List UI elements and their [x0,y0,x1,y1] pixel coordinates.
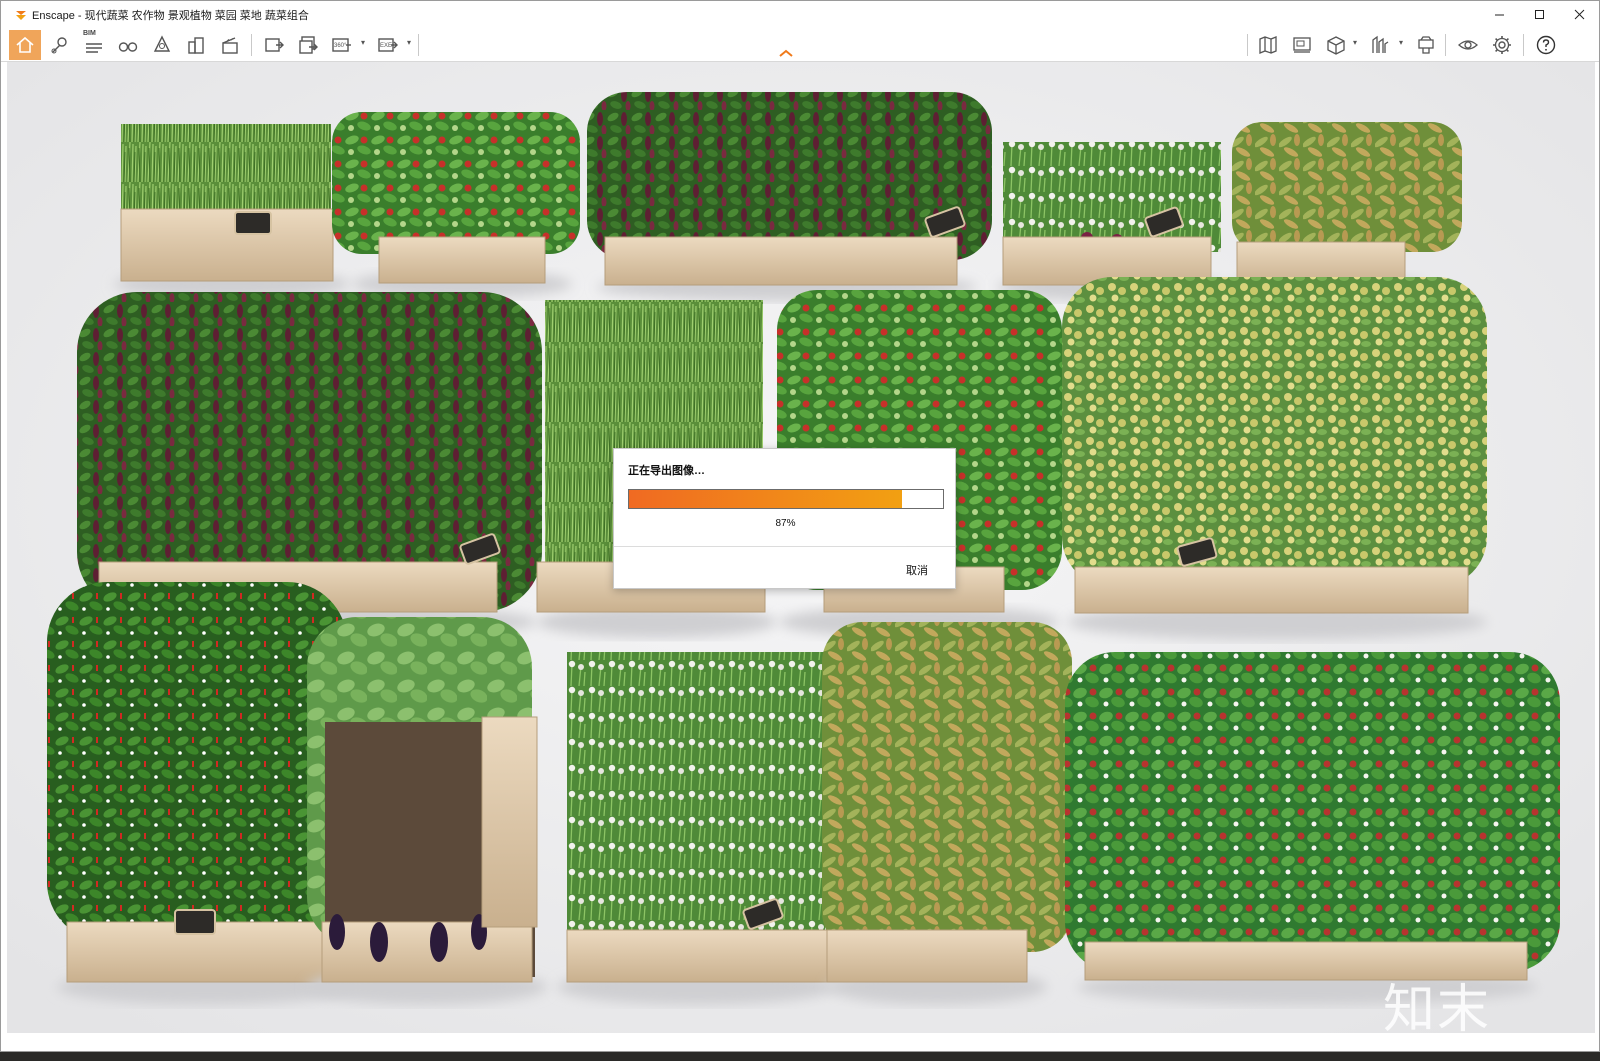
building-icon [188,37,204,54]
exe-export-icon: EXE [378,38,398,52]
drawing-icon [1372,35,1389,53]
planter-leek-large [557,652,837,1005]
progress-fill [629,490,903,508]
map-button[interactable] [1253,30,1283,60]
image-export-icon [265,38,284,52]
binoculars-icon [118,42,138,52]
help-button[interactable] [1531,30,1561,60]
screenshot-button[interactable] [259,30,289,60]
collapse-toolbar-chevron-icon[interactable] [778,48,794,58]
settings-button[interactable] [1487,30,1517,60]
bim-button[interactable]: BIM [79,30,109,60]
panorama-dropdown[interactable]: ▾ [361,38,365,47]
progress-percent-label: 87% [775,518,796,529]
planter-eggplant [307,617,547,1005]
lightbulb-icon [153,35,171,52]
toolbar-separator [1247,34,1248,56]
presentation-button[interactable] [1287,30,1317,60]
title-bar[interactable]: Enscape - 现代蔬菜 农作物 景观植物 菜园 菜地 蔬菜组合 [1,1,1599,28]
capture-icon [1418,36,1434,54]
dialog-divider [614,546,955,547]
help-icon [1536,35,1556,55]
gear-icon [1493,36,1511,54]
planter-rapeseed [1062,277,1487,640]
exe-export-dropdown[interactable]: ▾ [407,38,411,47]
export-progress-dialog: 正在导出图像… 87% 取消 [613,448,956,589]
cube-icon [1327,36,1345,55]
sync-button[interactable] [1411,30,1441,60]
toolbar-separator [1445,34,1446,56]
panorama-button[interactable]: 360° [327,30,357,60]
dialog-title: 正在导出图像… [628,465,705,477]
pano-label: 360° [334,43,347,49]
home-icon [16,36,34,53]
planter-sorghum-large [822,622,1072,1005]
cancel-button[interactable]: 取消 [906,562,928,578]
planter-rice-small [114,124,350,298]
presentation-icon [1293,37,1311,53]
object-view-button[interactable] [1321,30,1351,60]
toolbar: BIM 360° ▾ EXE ▾ ▾ ▾ [1,28,1599,62]
pin-view-button[interactable] [45,30,75,60]
visual-settings-button[interactable] [1453,30,1483,60]
minimize-icon [1494,14,1504,16]
maximize-icon [1534,10,1544,19]
bim-label: BIM [83,30,96,37]
toolbar-separator [418,34,419,56]
exe-export-button[interactable]: EXE [373,30,403,60]
batch-export-icon [299,36,318,54]
enscape-logo-icon [16,10,26,20]
clapperboard-icon [222,37,238,54]
exe-label: EXE [380,43,392,49]
map-icon [1259,36,1277,54]
object-view-dropdown[interactable]: ▾ [1353,38,1357,47]
panorama-icon: 360° [332,38,351,52]
video-editor-button[interactable] [215,30,245,60]
minimize-button[interactable] [1479,1,1519,28]
home-button[interactable] [9,30,41,60]
map-pin-icon [51,37,67,54]
drawing-dropdown[interactable]: ▾ [1399,38,1403,47]
batch-render-button[interactable] [293,30,323,60]
export-progress-bar [628,489,944,509]
eye-icon [1458,40,1478,50]
window-title: Enscape - 现代蔬菜 农作物 景观植物 菜园 菜地 蔬菜组合 [32,9,309,22]
drawing-button[interactable] [1365,30,1395,60]
views-button[interactable] [113,30,143,60]
toolbar-separator [1523,34,1524,56]
atmosphere-button[interactable] [147,30,177,60]
planter-strawberry [1065,652,1560,1005]
enscape-window: Enscape - 现代蔬菜 农作物 景观植物 菜园 菜地 蔬菜组合 BIM 3… [0,0,1600,1052]
asset-library-button[interactable] [181,30,211,60]
maximize-button[interactable] [1519,1,1559,28]
close-button[interactable] [1559,1,1599,28]
bim-icon [86,43,102,53]
close-icon [1574,9,1584,20]
planter-perilla-small [587,92,992,301]
toolbar-separator [251,34,252,56]
watermark-logo: 知末 [1383,980,1492,1033]
